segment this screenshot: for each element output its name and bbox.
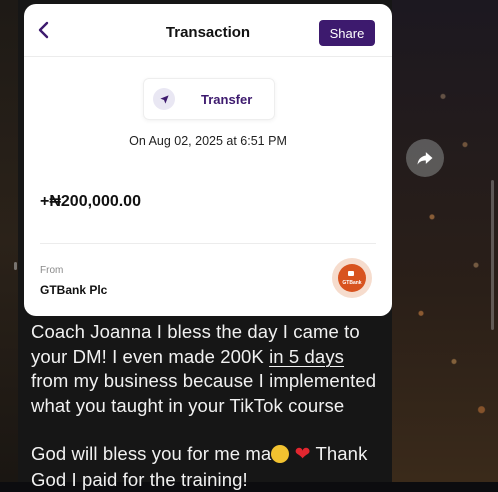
caption-line: what you taught in your TikTok course xyxy=(31,394,391,419)
caption-text: your DM! I even made 200K xyxy=(31,346,269,367)
from-label: From xyxy=(40,265,63,276)
transaction-amount: +₦200,000.00 xyxy=(40,193,141,211)
caption-line: from my business because I implemented xyxy=(31,369,391,394)
crying-face-emoji xyxy=(271,445,289,463)
scrollbar-right[interactable] xyxy=(491,180,494,330)
red-heart-emoji: ❤ xyxy=(295,444,311,465)
scrollbar-left[interactable] xyxy=(14,262,17,270)
transaction-date: On Aug 02, 2025 at 6:51 PM xyxy=(24,134,392,148)
caption-line: God will bless you for me ma ❤ Thank xyxy=(31,442,391,468)
caption-line: God I paid for the training! xyxy=(31,468,391,492)
caption-text: God will bless you for me ma xyxy=(31,443,271,464)
caption-underlined-text: in 5 days xyxy=(269,346,344,367)
share-button[interactable]: Share xyxy=(319,20,375,46)
card-header: Transaction Share xyxy=(24,4,392,57)
caption-line: Coach Joanna I bless the day I came to xyxy=(31,320,391,345)
caption-line: your DM! I even made 200K in 5 days xyxy=(31,345,391,370)
bank-logo-text: GTBank xyxy=(342,280,361,286)
city-backdrop-right xyxy=(388,0,498,482)
send-arrow-icon xyxy=(153,88,175,110)
share-arrow-glyph xyxy=(415,148,435,168)
gtbank-logo-icon: GTBank xyxy=(338,264,366,292)
transaction-type-pill: Transfer xyxy=(143,78,275,120)
bank-logo: GTBank xyxy=(332,258,372,298)
testimonial-caption: Coach Joanna I bless the day I came to y… xyxy=(31,320,391,492)
bank-name: GTBank Plc xyxy=(40,283,107,297)
caption-text: Thank xyxy=(311,443,368,464)
transaction-card: Transaction Share Transfer On Aug 02, 20… xyxy=(24,4,392,316)
divider xyxy=(40,243,376,244)
share-arrow-icon[interactable] xyxy=(406,139,444,177)
transaction-type-label: Transfer xyxy=(201,92,252,107)
